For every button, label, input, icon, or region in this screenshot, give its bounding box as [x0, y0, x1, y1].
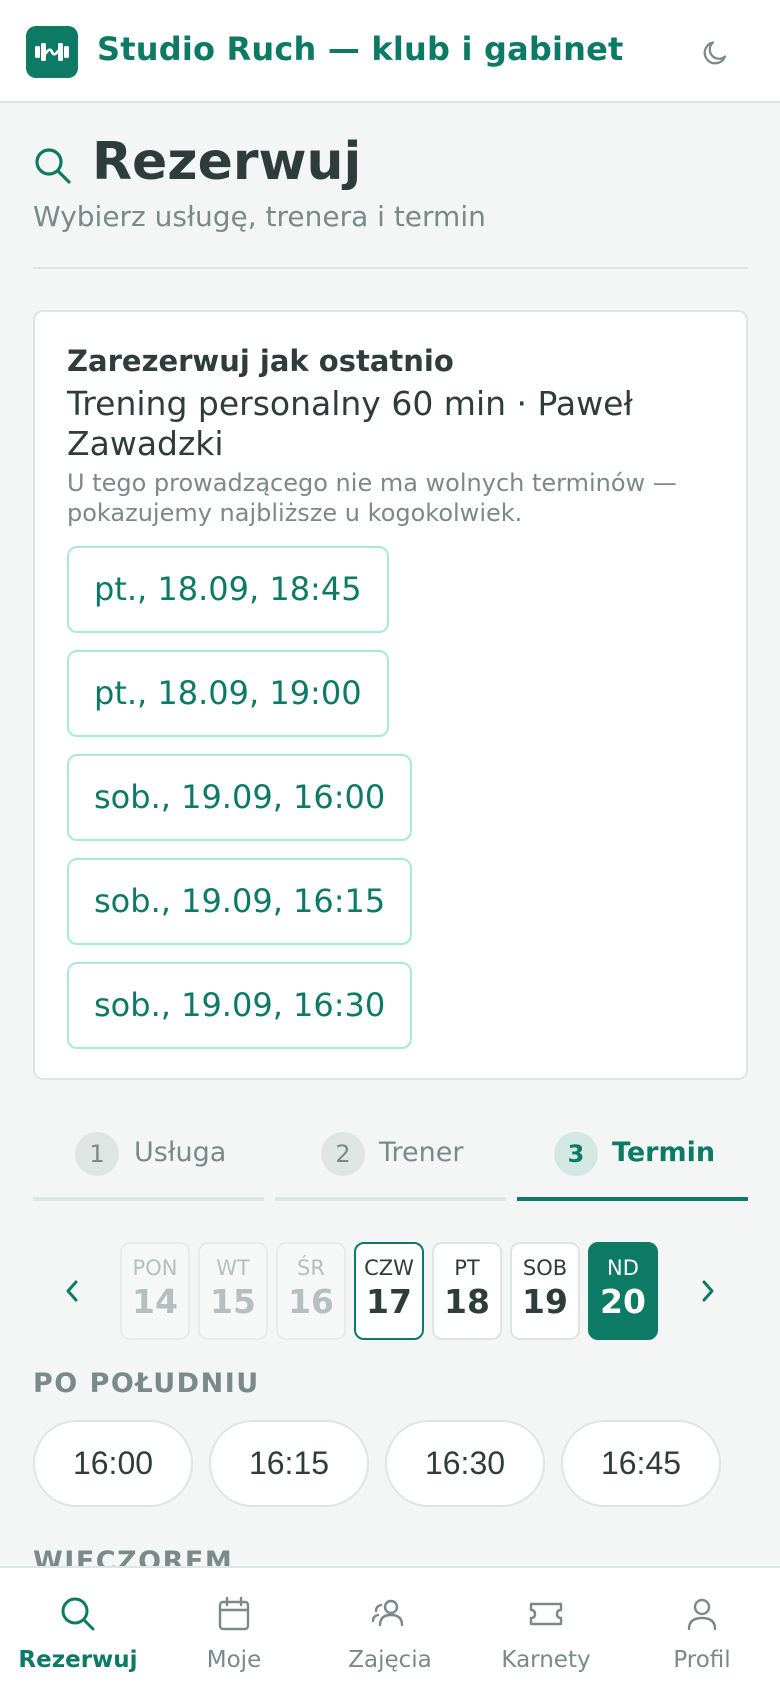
step-bar [33, 1197, 264, 1201]
nav-label: Moje [206, 1647, 262, 1673]
nav-label: Rezerwuj [18, 1647, 138, 1673]
day-of-week: SOB [522, 1256, 568, 1280]
divider [33, 267, 748, 269]
nav-item-my-bookings[interactable]: Moje [156, 1568, 312, 1688]
chevron-right-icon [702, 1280, 714, 1302]
day-button[interactable]: ŚR 16 [276, 1242, 346, 1340]
step-trainer[interactable]: 2 Trener [275, 1125, 506, 1201]
step-service[interactable]: 1 Usługa [33, 1125, 264, 1201]
app-header: Studio Ruch — klub i gabinet [0, 0, 780, 103]
rebook-service: Trening personalny 60 min · Paweł Zawadz… [67, 384, 633, 463]
step-number: 1 [75, 1132, 119, 1176]
day-of-week: PT [454, 1256, 480, 1280]
ticket-icon [529, 1602, 563, 1626]
booking-steps: 1 Usługa 2 Trener 3 Termin [33, 1125, 748, 1201]
day-button[interactable]: PT 18 [432, 1242, 502, 1340]
page-title: Rezerwuj [92, 132, 362, 192]
rebook-card-title: Zarezerwuj jak ostatnio [67, 344, 454, 378]
nav-item-passes[interactable]: Karnety [468, 1568, 624, 1688]
nav-item-book[interactable]: Rezerwuj [0, 1568, 156, 1688]
step-bar [275, 1197, 506, 1201]
rebook-card: Zarezerwuj jak ostatnio Trening personal… [33, 310, 748, 1080]
theme-toggle-button[interactable] [696, 33, 736, 73]
day-button[interactable]: WT 15 [198, 1242, 268, 1340]
step-label: Termin [612, 1137, 716, 1168]
period-label-afternoon: PO POŁUDNIU [33, 1368, 260, 1399]
day-number: 16 [288, 1282, 334, 1321]
step-label: Trener [379, 1137, 464, 1168]
dumbbell-icon[interactable] [26, 26, 78, 78]
group-icon [371, 1599, 404, 1627]
bottom-nav: Rezerwuj Moje Zajęcia Karnety Profil [0, 1566, 780, 1688]
chevron-left-icon [66, 1280, 78, 1302]
step-label: Usługa [134, 1137, 227, 1168]
time-slot-button[interactable]: 16:30 [385, 1420, 545, 1507]
moon-icon [703, 41, 727, 65]
user-icon [687, 1598, 717, 1631]
search-icon [61, 1597, 95, 1631]
next-week-button[interactable] [683, 1266, 733, 1316]
day-button[interactable]: PON 14 [120, 1242, 190, 1340]
day-of-week: WT [216, 1256, 250, 1280]
rebook-slot-list: pt., 18.09, 18:45 pt., 18.09, 19:00 sob.… [67, 546, 413, 1066]
day-number: 18 [444, 1282, 490, 1321]
day-of-week: ND [607, 1256, 639, 1280]
rebook-slot-button[interactable]: sob., 19.09, 16:15 [67, 858, 413, 945]
rebook-slot-button[interactable]: sob., 19.09, 16:00 [67, 754, 413, 841]
time-slot-button[interactable]: 16:15 [209, 1420, 369, 1507]
day-button[interactable]: SOB 19 [510, 1242, 580, 1340]
nav-item-classes[interactable]: Zajęcia [312, 1568, 468, 1688]
day-number: 20 [600, 1282, 646, 1321]
nav-label: Profil [673, 1647, 731, 1673]
time-slot-button[interactable]: 16:00 [33, 1420, 193, 1507]
rebook-slot-button[interactable]: pt., 18.09, 19:00 [67, 650, 389, 737]
step-number: 2 [321, 1132, 365, 1176]
day-button[interactable]: ND 20 [588, 1242, 658, 1340]
step-date[interactable]: 3 Termin [517, 1125, 748, 1201]
nav-label: Karnety [501, 1647, 591, 1673]
day-number: 14 [132, 1282, 178, 1321]
search-icon [35, 148, 71, 184]
rebook-slot-button[interactable]: pt., 18.09, 18:45 [67, 546, 389, 633]
app-title: Studio Ruch — klub i gabinet [97, 30, 624, 68]
day-of-week: CZW [364, 1256, 414, 1280]
nav-item-profile[interactable]: Profil [624, 1568, 780, 1688]
day-number: 15 [210, 1282, 256, 1321]
day-of-week: PON [132, 1256, 178, 1280]
day-picker: PON 14 WT 15 ŚR 16 CZW 17 PT 18 SOB 19 N… [33, 1242, 748, 1340]
time-slot-button[interactable]: 16:45 [561, 1420, 721, 1507]
step-number: 3 [554, 1132, 598, 1176]
day-number: 19 [522, 1282, 568, 1321]
day-of-week: ŚR [297, 1256, 325, 1280]
rebook-note: U tego prowadzącego nie ma wolnych termi… [67, 469, 677, 527]
nav-label: Zajęcia [348, 1647, 432, 1673]
day-number: 17 [366, 1282, 412, 1321]
rebook-slot-button[interactable]: sob., 19.09, 16:30 [67, 962, 413, 1049]
calendar-icon [218, 1596, 250, 1631]
prev-week-button[interactable] [47, 1266, 97, 1316]
step-bar [517, 1197, 748, 1201]
day-button[interactable]: CZW 17 [354, 1242, 424, 1340]
page-subtitle: Wybierz usługę, trenera i termin [33, 200, 486, 233]
